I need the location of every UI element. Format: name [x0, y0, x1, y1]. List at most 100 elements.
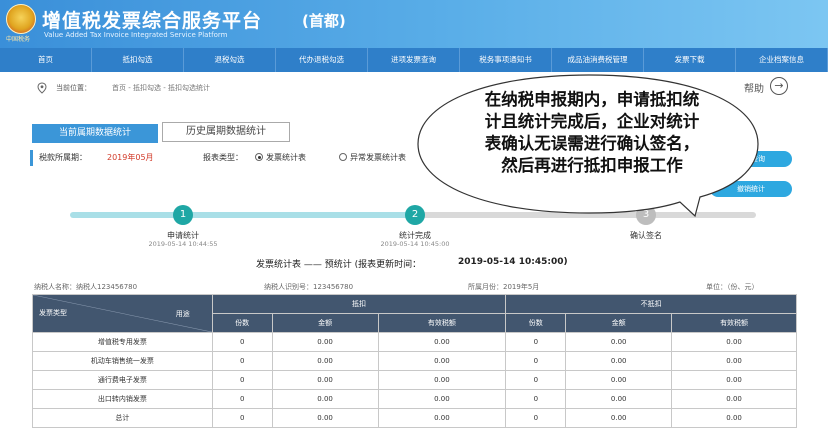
cell: 0 [211, 408, 273, 428]
cancel-stats-button[interactable]: 撤销统计 [710, 181, 792, 197]
row-type: 出口转内销发票 [32, 389, 213, 409]
table-row: 增值税专用发票 0 0.00 0.00 0 0.00 0.00 [32, 332, 797, 352]
row-type: 通行费电子发票 [32, 370, 213, 390]
cell: 0 [211, 389, 273, 409]
radio-invoice-stats-label[interactable]: 发票统计表 [266, 152, 306, 163]
site-subtitle: Value Added Tax Invoice Integrated Servi… [44, 31, 228, 39]
col-header-count: 份数 [211, 313, 273, 333]
nav-home[interactable]: 首页 [0, 48, 92, 72]
arrow-right-icon[interactable]: → [770, 77, 788, 95]
help-link[interactable]: 帮助 [744, 80, 764, 95]
period-value: 2019年05月 [107, 153, 154, 162]
cell: 0.00 [671, 351, 797, 371]
table-corner-header: 用途 发票类型 [32, 294, 213, 333]
cell: 0.00 [271, 370, 379, 390]
radio-invoice-stats[interactable] [255, 153, 263, 161]
cell: 0.00 [565, 332, 673, 352]
tab-history-period[interactable]: 历史属期数据统计 [162, 122, 290, 142]
row-type: 机动车销售统一发票 [32, 351, 213, 371]
table-row: 出口转内销发票 0 0.00 0.00 0 0.00 0.00 [32, 389, 797, 409]
col-header-tax: 有效税额 [671, 313, 797, 333]
breadcrumb-path[interactable]: 首页 - 抵扣勾选 - 抵扣勾选统计 [112, 83, 210, 93]
col-header-count: 份数 [505, 313, 567, 333]
nav-refund-select[interactable]: 退税勾选 [184, 48, 276, 72]
step-3-label: 确认签名 [630, 231, 662, 240]
cell: 0 [505, 332, 567, 352]
group-header-deduct: 抵扣 [211, 294, 507, 314]
cell: 0.00 [377, 332, 507, 352]
cell: 0 [505, 370, 567, 390]
group-header-nondeduct: 不抵扣 [505, 294, 797, 314]
cell: 0.00 [671, 389, 797, 409]
period-bar: 税款所属期： 2019年05月 报表类型： 发票统计表 异常发票统计表 [30, 150, 410, 166]
cell: 0 [211, 332, 273, 352]
step-2-circle: 2 [405, 205, 425, 225]
cell: 0 [505, 408, 567, 428]
breadcrumb-label: 当前位置： [56, 84, 91, 92]
cell: 0 [505, 351, 567, 371]
cell: 0 [505, 389, 567, 409]
cell: 0.00 [271, 389, 379, 409]
cell: 0 [211, 370, 273, 390]
corner-type-label: 发票类型 [39, 309, 67, 317]
nav-tax-notice[interactable]: 税务事项通知书 [460, 48, 552, 72]
period-month: 所属月份：2019年5月 [468, 283, 540, 291]
cell: 0.00 [671, 370, 797, 390]
unit-label: 单位：（份、元） [706, 283, 759, 291]
cell: 0.00 [565, 408, 673, 428]
invoice-stats-table: 用途 发票类型 抵扣 不抵扣 份数 金额 有效税额 份数 金额 有效税额 增值税… [32, 294, 797, 428]
site-header: 中国税务 增值税发票综合服务平台 Value Added Tax Invoice… [0, 0, 828, 48]
col-header-amount: 金额 [565, 313, 673, 333]
nav-company-profile[interactable]: 企业档案信息 [736, 48, 828, 72]
tax-emblem-icon [6, 4, 36, 34]
main-nav: 首页 抵扣勾选 退税勾选 代办退税勾选 进项发票查询 税务事项通知书 成品油消费… [0, 48, 828, 72]
row-type: 增值税专用发票 [32, 332, 213, 352]
corner-usage-label: 用途 [175, 310, 190, 318]
nav-input-invoice-query[interactable]: 进项发票查询 [368, 48, 460, 72]
col-header-amount: 金额 [271, 313, 379, 333]
cell: 0.00 [271, 408, 379, 428]
cell: 0.00 [377, 408, 507, 428]
cell: 0.00 [565, 351, 673, 371]
taxpayer-name: 纳税人名称：纳税人123456780 [34, 283, 138, 291]
cell: 0.00 [565, 389, 673, 409]
tab-current-period[interactable]: 当前属期数据统计 [32, 124, 158, 143]
annotation-line: 表确认无误需进行确认签名， [484, 134, 700, 153]
table-row: 机动车销售统一发票 0 0.00 0.00 0 0.00 0.00 [32, 351, 797, 371]
report-type-label: 报表类型： [203, 153, 243, 162]
step-1-time: 2019-05-14 10:44:55 [148, 240, 218, 248]
progress-track-done [70, 212, 416, 218]
stats-update-time: 2019-05-14 10:45:00) [458, 257, 568, 267]
annotation-line: 计且统计完成后，企业对统计 [484, 112, 700, 131]
progress-track-todo [416, 212, 756, 218]
nav-invoice-download[interactable]: 发票下载 [644, 48, 736, 72]
cell: 0.00 [671, 332, 797, 352]
step-2-time: 2019-05-14 10:45:00 [380, 240, 450, 248]
cell: 0.00 [271, 351, 379, 371]
site-region: (首都) [302, 12, 346, 30]
radio-abnormal-stats-label[interactable]: 异常发票统计表 [350, 152, 406, 163]
radio-abnormal-stats[interactable] [339, 153, 347, 161]
col-header-tax: 有效税额 [377, 313, 507, 333]
nav-agent-refund-select[interactable]: 代办退税勾选 [276, 48, 368, 72]
site-title: 增值税发票综合服务平台 [42, 10, 263, 32]
cell: 0.00 [377, 370, 507, 390]
table-row: 通行费电子发票 0 0.00 0.00 0 0.00 0.00 [32, 370, 797, 390]
annotation-text: 在纳税申报期内，申请抵扣统 计且统计完成后，企业对统计 表确认无误需进行确认签名… [444, 89, 740, 177]
cell: 0.00 [271, 332, 379, 352]
table-row: 总计 0 0.00 0.00 0 0.00 0.00 [32, 408, 797, 428]
annotation-line: 然后再进行抵扣申报工作 [501, 156, 683, 175]
cell: 0.00 [671, 408, 797, 428]
taxpayer-id: 纳税人识别号：123456780 [264, 283, 354, 291]
step-1-circle: 1 [173, 205, 193, 225]
location-icon [37, 82, 47, 94]
nav-deduction-select[interactable]: 抵扣勾选 [92, 48, 184, 72]
step-3-circle: 3 [636, 205, 656, 225]
stats-title: 发票统计表 —— 预统计 (报表更新时间： [256, 260, 422, 270]
period-label: 税款所属期： [39, 153, 87, 162]
nav-oil-tax[interactable]: 成品油消费税管理 [552, 48, 644, 72]
row-type: 总计 [32, 408, 213, 428]
cell: 0.00 [565, 370, 673, 390]
emblem-text: 中国税务 [6, 36, 31, 43]
annotation-line: 在纳税申报期内，申请抵扣统 [484, 90, 700, 109]
